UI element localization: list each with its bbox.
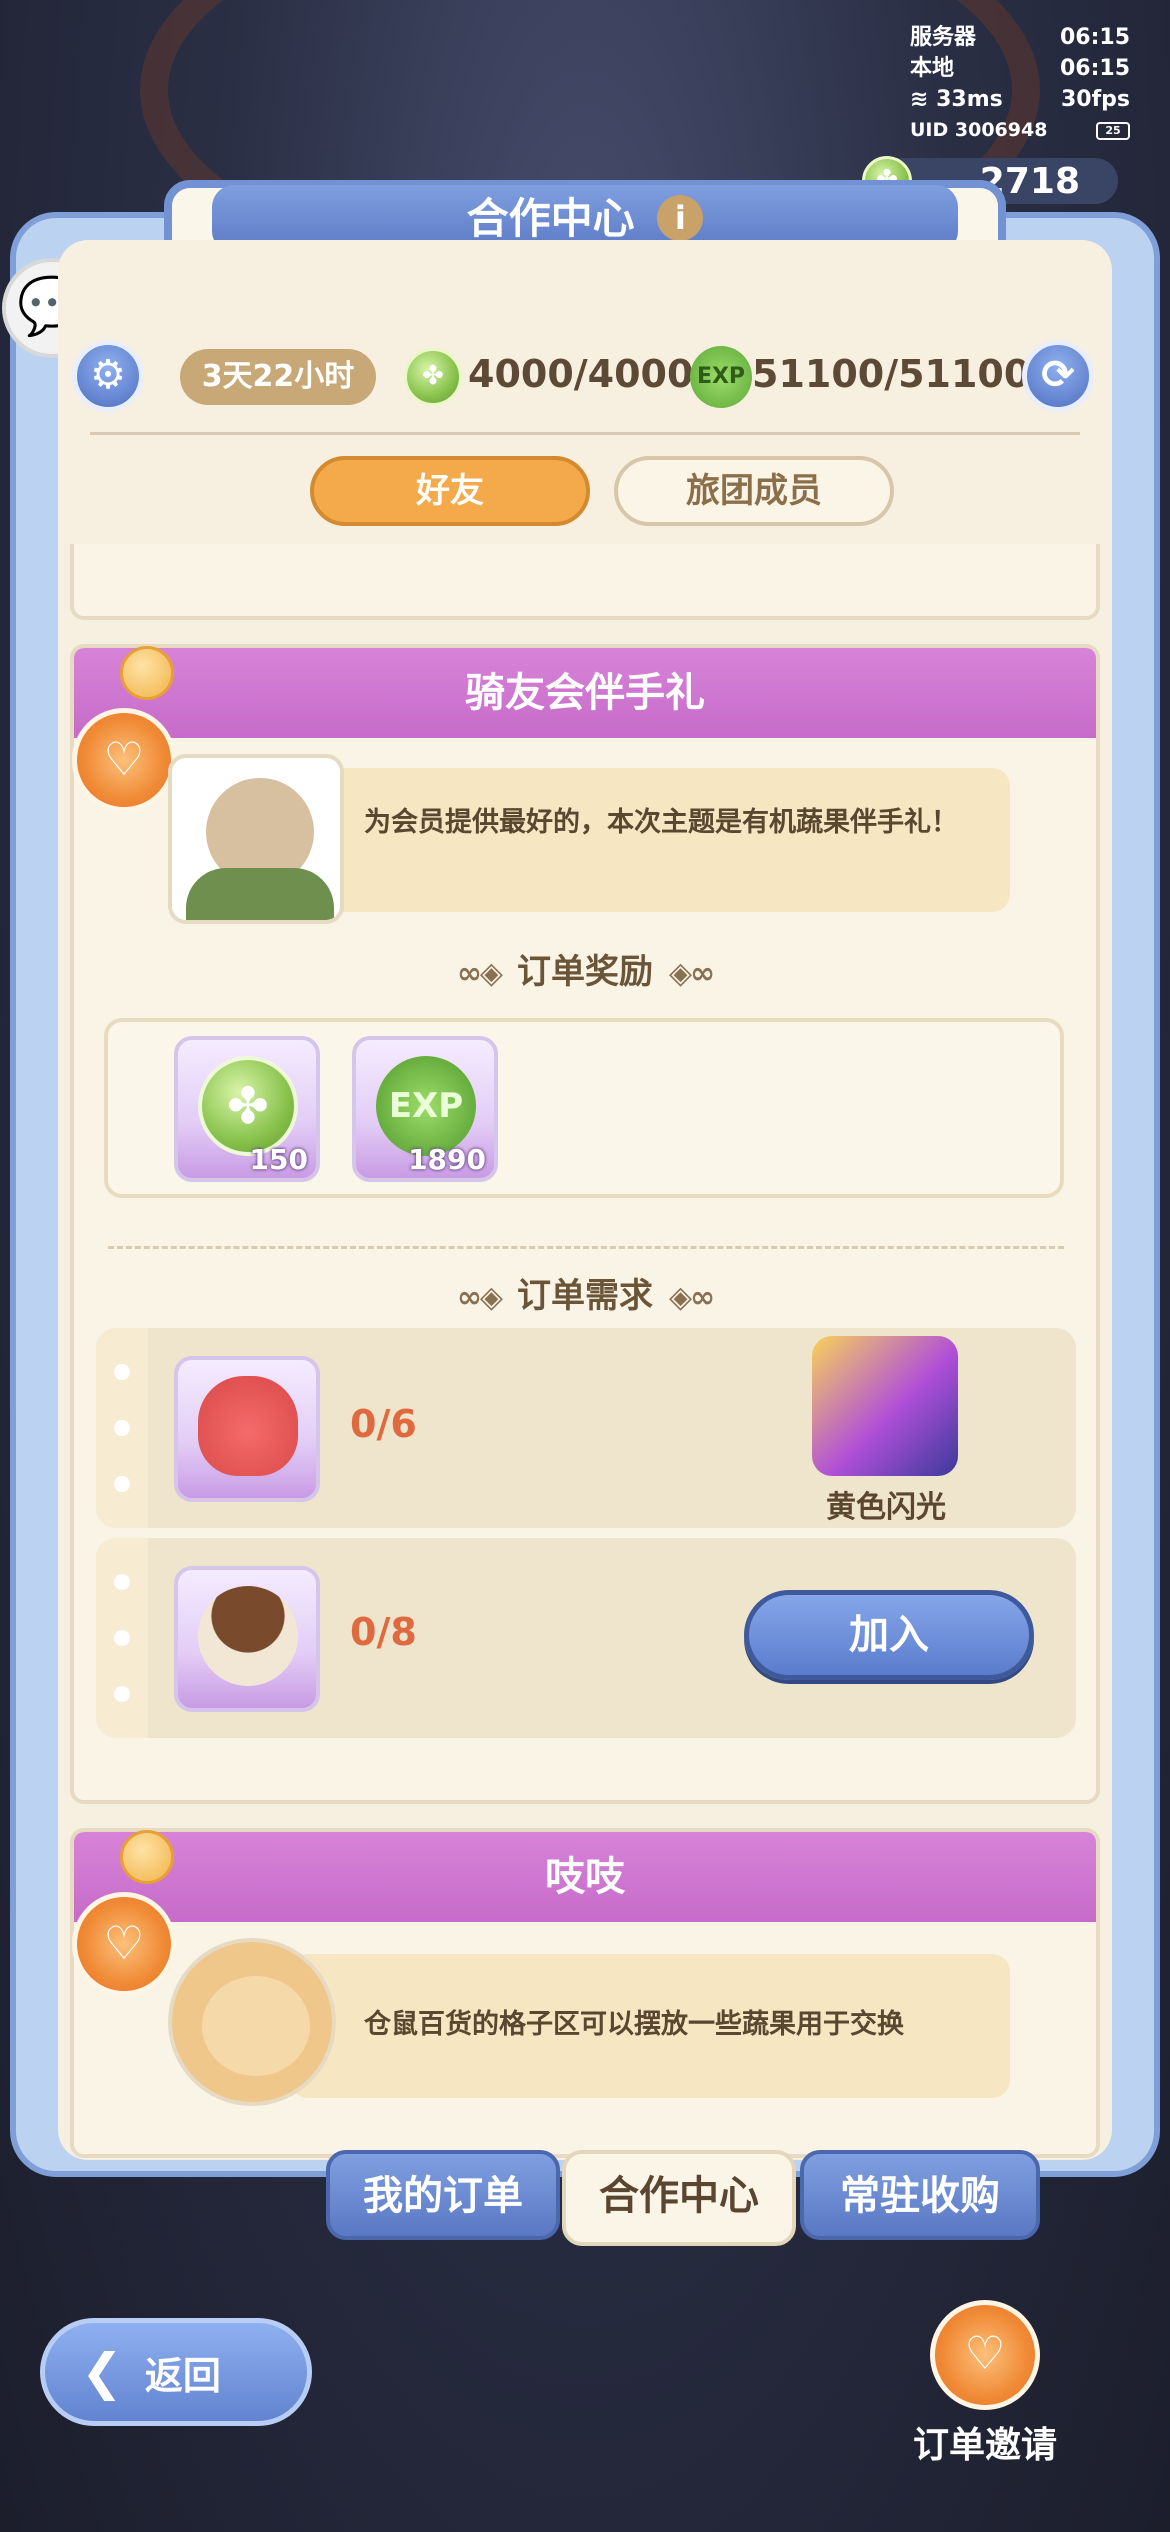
reward-count: 150 (249, 1143, 308, 1176)
reward-item-exp[interactable]: EXP 1890 (352, 1036, 498, 1182)
reward-character-icon (812, 1336, 958, 1476)
invite-badge-icon: ♡ (930, 2300, 1040, 2410)
hamster-face-icon (202, 1976, 310, 2076)
order-title: 骑友会伴手礼 (74, 648, 1096, 738)
reward-section-title: ∞◈ 订单奖励 ◈∞ (456, 952, 715, 992)
timer-badge: 3天22小时 (180, 349, 376, 405)
back-label: 返回 (144, 2353, 221, 2398)
wifi-icon: ≋ (910, 87, 937, 112)
divider (90, 432, 1080, 435)
second-order-description: 仓鼠百货的格子区可以摆放一些蔬果用于交换 (290, 1954, 1010, 2098)
settings-gear-icon[interactable]: ⚙ (72, 340, 144, 412)
pin-icon (120, 646, 174, 700)
reward-character-label: 黄色闪光 (826, 1490, 946, 1525)
tab-my-orders[interactable]: 我的订单 (326, 2150, 560, 2240)
status-overlay: 服务器 06:15 本地 06:15 ≋ 33ms 30fps UID 3006948… (910, 22, 1130, 146)
invite-label: 订单邀请 (912, 2425, 1057, 2466)
back-button[interactable]: ❮ 返回 (40, 2318, 312, 2426)
refresh-icon[interactable]: ⟳ (1022, 340, 1094, 412)
join-button[interactable]: 加入 (744, 1590, 1034, 1680)
requirement-item-strawberry[interactable] (174, 1356, 320, 1502)
tab-guild-members[interactable]: 旅团成员 (614, 456, 894, 526)
previous-order-card-edge (70, 544, 1100, 620)
battery-icon: 25 (1096, 121, 1130, 140)
ornament-left-icon: ∞◈ (456, 956, 503, 991)
order-invite-button[interactable]: ♡ 订单邀请 (900, 2300, 1070, 2468)
server-time: 06:15 (1059, 25, 1130, 50)
tab-cooperation-center[interactable]: 合作中心 (562, 2150, 796, 2246)
requirement-item-mushroom[interactable] (174, 1566, 320, 1712)
requirement-progress: 0/8 (350, 1610, 417, 1654)
requirement-progress: 0/6 (350, 1402, 417, 1446)
uid-text: UID 3006948 (910, 119, 1048, 141)
clover-coin-icon: ✤ (198, 1056, 298, 1156)
ornament-right-icon: ◈∞ (669, 956, 715, 991)
local-time: 06:15 (1059, 56, 1130, 81)
npc-avatar (168, 754, 344, 924)
fps-readout: 30fps (1060, 87, 1130, 112)
pin-icon (120, 1830, 174, 1884)
order-badge-icon: ♡ (72, 1892, 176, 1996)
strawberry-item-icon (198, 1376, 298, 1476)
local-label: 本地 (910, 56, 955, 81)
second-order-title: 吱吱 (74, 1832, 1096, 1922)
row-strip (96, 1328, 148, 1528)
mushroom-item-icon (198, 1586, 298, 1686)
ornament-left-icon: ∞◈ (456, 1280, 503, 1315)
server-label: 服务器 (910, 25, 977, 50)
back-arrow-icon: ❮ (81, 2343, 123, 2401)
exp-clover-icon: EXP (376, 1056, 476, 1156)
reward-count: 1890 (408, 1143, 486, 1176)
npc-body-icon (186, 868, 334, 920)
row-strip (96, 1538, 148, 1738)
info-icon[interactable]: i (657, 195, 704, 241)
order-badge-icon: ♡ (72, 708, 176, 812)
ping-readout: ≋ 33ms (910, 87, 1003, 112)
hamster-avatar (168, 1938, 336, 2106)
exp-icon: EXP (690, 346, 752, 408)
ornament-right-icon: ◈∞ (669, 1280, 715, 1315)
tab-friends[interactable]: 好友 (310, 456, 590, 526)
title-text: 合作中心 (466, 194, 635, 243)
reward-item-clover[interactable]: ✤ 150 (174, 1036, 320, 1182)
dashed-divider (108, 1246, 1064, 1249)
clover-value: 4000/4000 (468, 352, 694, 396)
requirement-section-title: ∞◈ 订单需求 ◈∞ (456, 1276, 715, 1316)
order-description: 为会员提供最好的，本次主题是有机蔬果伴手礼！ (290, 768, 1010, 912)
clover-coin-icon: ✤ (404, 348, 462, 406)
tab-regular-purchase[interactable]: 常驻收购 (800, 2150, 1040, 2240)
exp-value: 51100/51100 (752, 352, 1031, 396)
